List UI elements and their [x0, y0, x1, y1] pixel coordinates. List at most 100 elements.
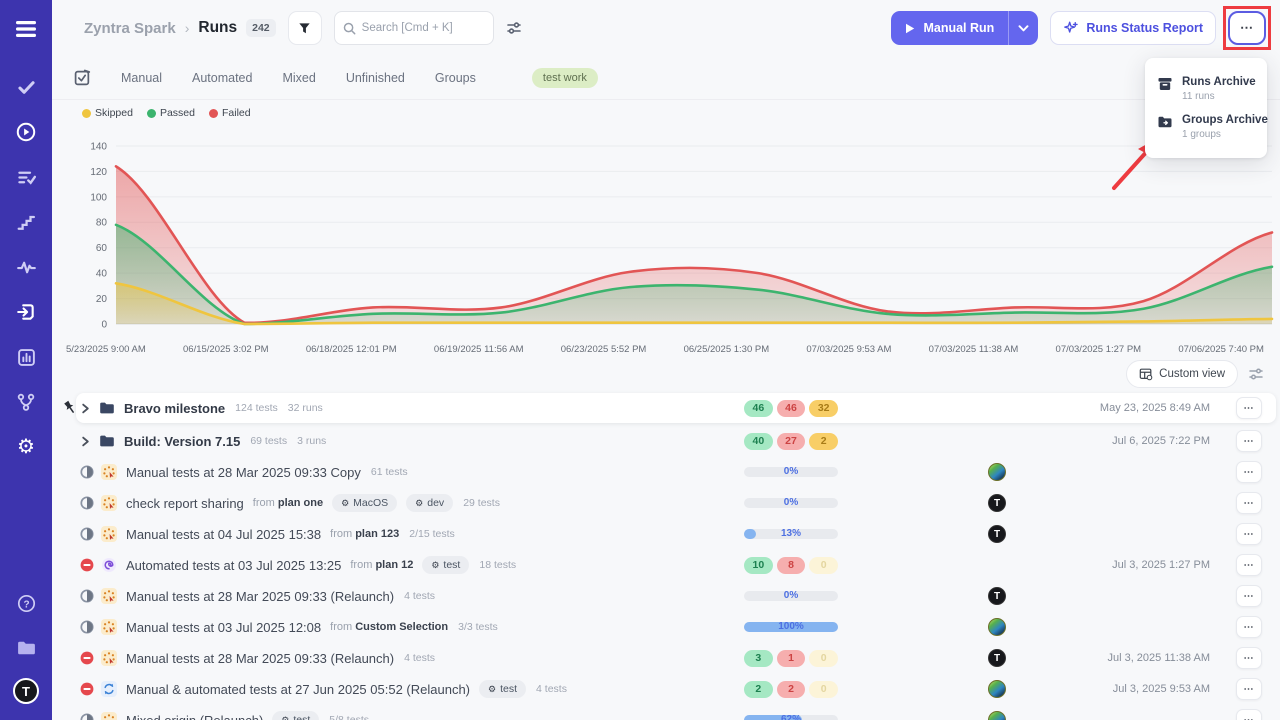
run-results: 1080 [744, 557, 838, 574]
tab-mixed[interactable]: Mixed [282, 71, 315, 85]
progress-bar: 62% [744, 715, 838, 720]
run-row[interactable]: Automated tests at 03 Jul 2025 13:25from… [76, 550, 1276, 580]
filter-button[interactable] [288, 11, 322, 45]
row-actions-button[interactable]: ⋯ [1236, 461, 1262, 483]
help-icon[interactable]: ? [8, 588, 44, 618]
row-actions-button[interactable]: ⋯ [1236, 492, 1262, 514]
manual-run-button[interactable]: Manual Run [891, 11, 1008, 45]
run-row[interactable]: Manual & automated tests at 27 Jun 2025 … [76, 674, 1276, 704]
assignee-avatar[interactable]: T [988, 525, 1006, 543]
tab-unfinished[interactable]: Unfinished [346, 71, 405, 85]
run-name[interactable]: Bravo milestone [124, 401, 225, 416]
expand-chevron-icon[interactable] [80, 403, 91, 414]
search-input[interactable] [362, 22, 472, 34]
run-row[interactable]: Manual tests at 04 Jul 2025 15:38from pl… [76, 519, 1276, 549]
run-name[interactable]: Manual tests at 28 Mar 2025 09:33 (Relau… [126, 651, 394, 666]
sidebar-item-tests[interactable] [8, 72, 44, 102]
sidebar-item-reports[interactable] [8, 342, 44, 372]
sidebar-item-settings[interactable]: ⚙ [8, 432, 44, 462]
env-badge[interactable]: ⚙MacOS [332, 494, 397, 512]
run-name[interactable]: Manual tests at 28 Mar 2025 09:33 Copy [126, 465, 361, 480]
search-box[interactable] [334, 11, 494, 45]
run-row[interactable]: check report sharingfrom plan one⚙MacOS⚙… [76, 488, 1276, 518]
more-actions-button[interactable]: ⋯ [1228, 11, 1266, 45]
breadcrumb: Zyntra Spark › Runs 242 [84, 19, 276, 37]
runs-status-report-button[interactable]: Runs Status Report [1050, 11, 1216, 45]
sidebar-nav: ⚙ [8, 72, 44, 462]
row-actions-button[interactable]: ⋯ [1236, 430, 1262, 452]
row-actions-button[interactable]: ⋯ [1236, 678, 1262, 700]
env-badge[interactable]: ⚙dev [406, 494, 453, 512]
assignee-avatar[interactable] [988, 463, 1006, 481]
env-badge[interactable]: ⚙test [422, 556, 469, 574]
row-actions-button[interactable]: ⋯ [1236, 397, 1262, 419]
breadcrumb-project[interactable]: Zyntra Spark [84, 20, 176, 37]
filter-tag[interactable]: test work [532, 68, 598, 88]
assignee-avatar[interactable] [988, 680, 1006, 698]
in-progress-status-icon [80, 527, 94, 541]
row-actions-button[interactable]: ⋯ [1236, 709, 1262, 720]
sidebar-item-plans[interactable] [8, 162, 44, 192]
run-name[interactable]: check report sharing [126, 496, 244, 511]
svg-text:40: 40 [96, 269, 108, 280]
run-meta: 69 tests [250, 435, 287, 447]
user-avatar[interactable]: T [13, 678, 39, 704]
run-name[interactable]: Manual tests at 04 Jul 2025 15:38 [126, 527, 321, 542]
run-name[interactable]: Automated tests at 03 Jul 2025 13:25 [126, 558, 341, 573]
row-actions-button[interactable]: ⋯ [1236, 585, 1262, 607]
view-settings-icon[interactable] [506, 20, 522, 36]
manual-run-icon [101, 464, 117, 480]
assignee-avatar[interactable]: T [988, 649, 1006, 667]
row-actions-button[interactable]: ⋯ [1236, 523, 1262, 545]
projects-folder-icon[interactable] [8, 633, 44, 663]
tab-manual[interactable]: Manual [121, 71, 162, 85]
run-row[interactable]: Manual tests at 28 Mar 2025 09:33 Copy61… [76, 457, 1276, 487]
run-name[interactable]: Mixed origin (Relaunch) [126, 713, 263, 720]
sidebar-item-runs[interactable] [8, 117, 44, 147]
row-actions-button[interactable]: ⋯ [1236, 554, 1262, 576]
sidebar-item-import[interactable] [8, 297, 44, 327]
main-content: Zyntra Spark › Runs 242 Manual Run [52, 0, 1280, 720]
run-results: 220 [744, 681, 838, 698]
legend-dot-icon [82, 109, 91, 118]
run-row[interactable]: Manual tests at 28 Mar 2025 09:33 (Relau… [76, 643, 1276, 673]
assignee-avatar[interactable]: T [988, 587, 1006, 605]
run-name[interactable]: Manual & automated tests at 27 Jun 2025 … [126, 682, 470, 697]
run-name[interactable]: Manual tests at 28 Mar 2025 09:33 (Relau… [126, 589, 394, 604]
progress-label: 0% [744, 590, 838, 601]
row-actions-button[interactable]: ⋯ [1236, 616, 1262, 638]
run-row[interactable]: Manual tests at 03 Jul 2025 12:08from Cu… [76, 612, 1276, 642]
sidebar-item-milestones[interactable] [8, 207, 44, 237]
env-badge[interactable]: ⚙test [479, 680, 526, 698]
sidebar-item-branches[interactable] [8, 387, 44, 417]
run-name[interactable]: Manual tests at 03 Jul 2025 12:08 [126, 620, 321, 635]
table-settings-icon[interactable] [1248, 366, 1264, 382]
progress-label: 0% [744, 466, 838, 477]
assignee-avatar[interactable] [988, 618, 1006, 636]
manual-run-caret-button[interactable] [1008, 11, 1038, 45]
group-row[interactable]: Bravo milestone124 tests32 runs464632May… [76, 393, 1276, 423]
group-row[interactable]: Build: Version 7.1569 tests3 runs40272Ju… [76, 426, 1276, 456]
select-runs-icon[interactable] [74, 69, 91, 86]
menu-toggle-icon[interactable] [8, 14, 44, 44]
expand-chevron-icon[interactable] [80, 436, 91, 447]
progress-bar: 0% [744, 467, 838, 477]
row-actions-button[interactable]: ⋯ [1236, 647, 1262, 669]
run-name[interactable]: Build: Version 7.15 [124, 434, 240, 449]
sidebar-item-analytics[interactable] [8, 252, 44, 282]
run-row[interactable]: Mixed origin (Relaunch)⚙test5/8 tests62%… [76, 705, 1276, 720]
run-row[interactable]: Manual tests at 28 Mar 2025 09:33 (Relau… [76, 581, 1276, 611]
menu-item-runs-archive[interactable]: Runs Archive11 runs [1145, 70, 1267, 108]
custom-view-button[interactable]: Custom view [1126, 360, 1238, 388]
run-results: 310 [744, 650, 838, 667]
run-date: Jul 3, 2025 9:53 AM [1113, 683, 1210, 695]
tab-automated[interactable]: Automated [192, 71, 252, 85]
menu-item-groups-archive[interactable]: Groups Archive1 groups [1145, 108, 1267, 146]
assignee-avatar[interactable]: T [988, 494, 1006, 512]
svg-text:20: 20 [96, 294, 108, 305]
env-badge[interactable]: ⚙test [272, 711, 319, 720]
run-meta: 3/3 tests [458, 621, 498, 633]
failed-count-badge: 27 [777, 433, 806, 450]
tab-groups[interactable]: Groups [435, 71, 476, 85]
assignee-avatar[interactable] [988, 711, 1006, 720]
